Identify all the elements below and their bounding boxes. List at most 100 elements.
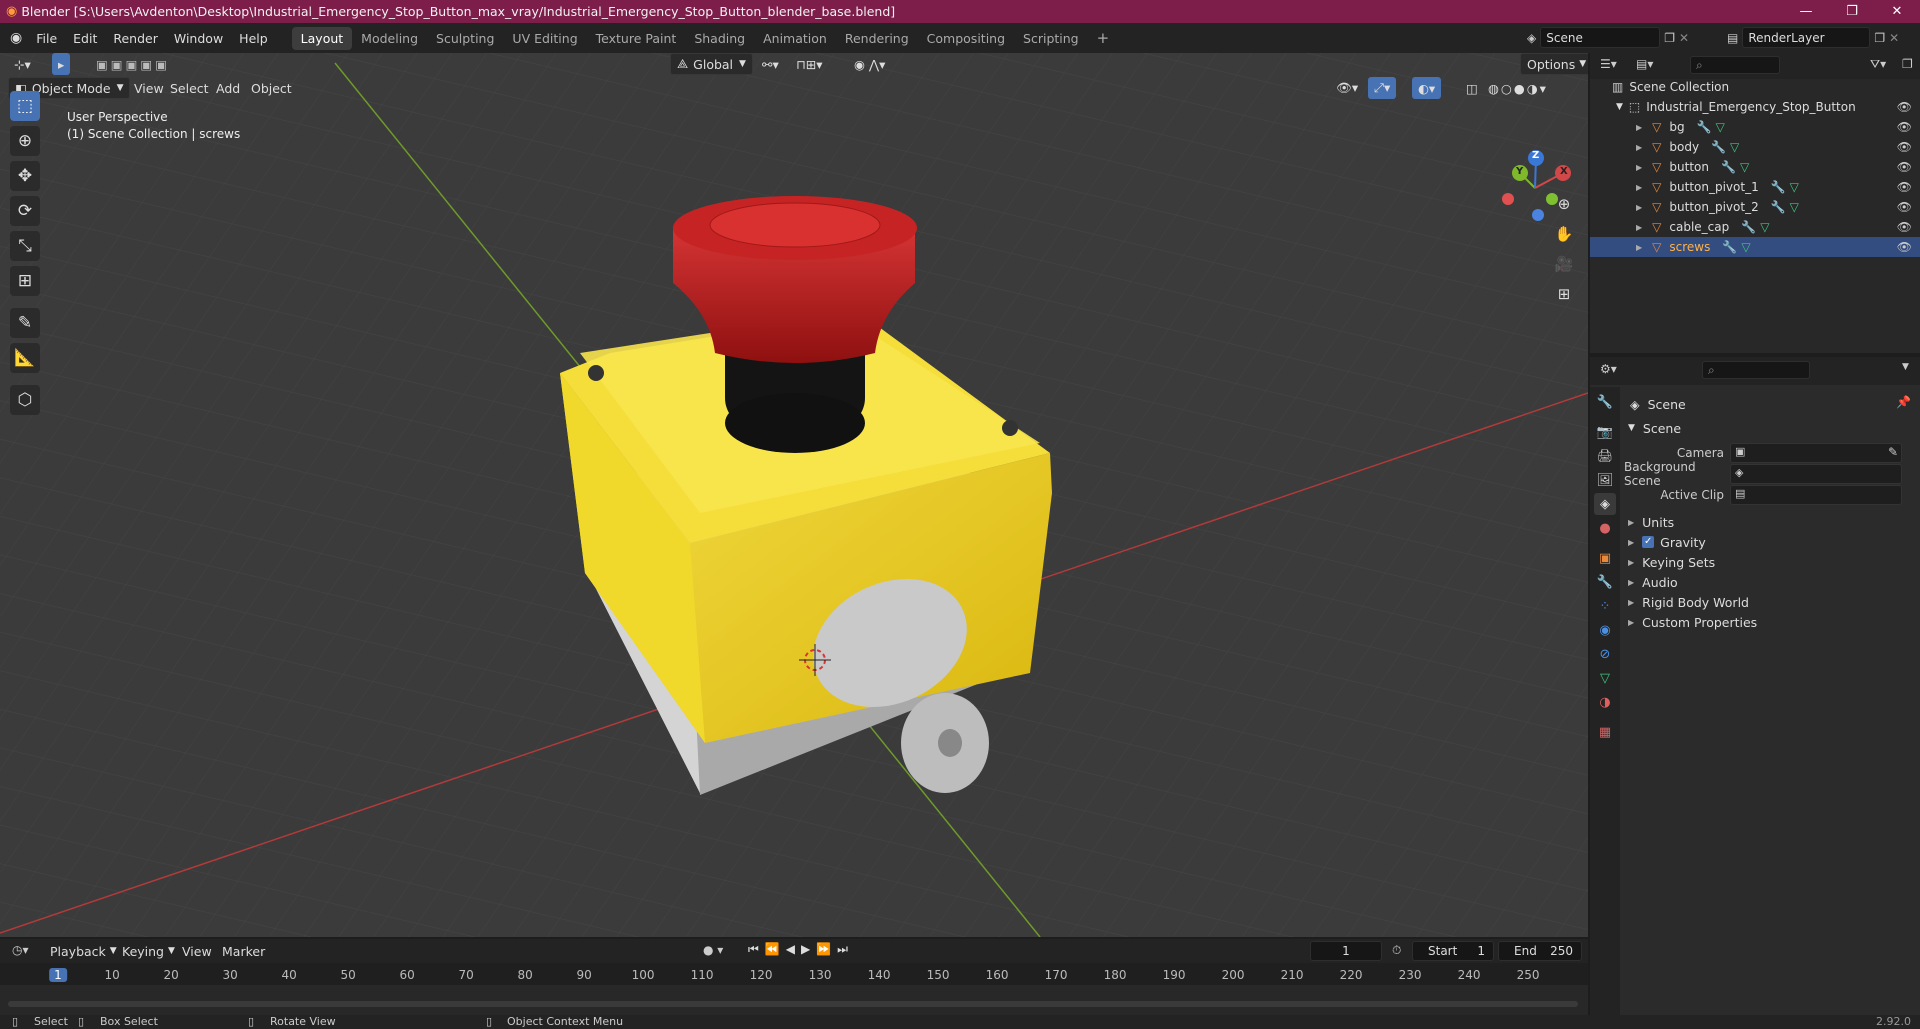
viewport-menu-add[interactable]: Add	[210, 77, 246, 99]
render-tab-icon[interactable]: 📷	[1594, 421, 1616, 443]
viewport-menu-object[interactable]: Object	[245, 77, 298, 99]
end-frame-field[interactable]: End 250	[1498, 941, 1582, 961]
chevron-right-icon[interactable]: ▶	[1636, 123, 1642, 132]
perspective-toggle-icon[interactable]: ⊞	[1551, 281, 1577, 307]
chevron-right-icon[interactable]: ▶	[1636, 243, 1642, 252]
close-button[interactable]: ✕	[1874, 0, 1920, 23]
select-box-tool[interactable]: ⬚	[10, 91, 40, 121]
outliner-object-row[interactable]: ▶ ▽ body 🔧 ▽ 👁	[1590, 137, 1920, 157]
outliner-collection[interactable]: ▼ ⬚ Industrial_Emergency_Stop_Button 👁	[1590, 97, 1920, 117]
menu-window[interactable]: Window	[166, 31, 231, 46]
texture-tab-icon[interactable]: ▦	[1594, 721, 1616, 743]
panel-header[interactable]: ▶ Audio	[1628, 572, 1908, 592]
current-frame-field[interactable]: 1	[1310, 941, 1382, 961]
3d-viewport[interactable]: X Y Z ⊹▾ ▸ ▣▣▣▣▣ ⟁ Global ▼ ⚯▾ ⊓⊞▾ ◉ ⋀▾ …	[0, 53, 1588, 937]
viewport-menu-select[interactable]: Select	[164, 77, 215, 99]
start-frame-field[interactable]: Start 1	[1412, 941, 1494, 961]
mesh-data-icon[interactable]: ▽	[1760, 220, 1769, 234]
timeline-menu-marker[interactable]: Marker	[216, 940, 271, 962]
property-field[interactable]: ◈	[1730, 464, 1902, 484]
filter-icon[interactable]: ⛛▾	[1870, 57, 1886, 72]
select-tool-mode-icon[interactable]: ▸	[52, 53, 71, 75]
scene-tab-icon[interactable]: ◈	[1594, 493, 1616, 515]
menu-file[interactable]: File	[28, 31, 65, 46]
eye-icon[interactable]: 👁	[1897, 160, 1912, 174]
tab-sculpting[interactable]: Sculpting	[427, 27, 503, 50]
eye-icon[interactable]: 👁	[1897, 120, 1912, 134]
blender-menu-icon[interactable]: ◉	[10, 30, 22, 46]
annotate-tool[interactable]: ✎	[10, 308, 40, 338]
panel-header[interactable]: ▶ Keying Sets	[1628, 552, 1908, 572]
tab-layout[interactable]: Layout	[291, 26, 353, 50]
mesh-data-icon[interactable]: ▽	[1716, 120, 1725, 134]
modifier-wrench-icon[interactable]: 🔧	[1771, 200, 1786, 214]
gizmo-y-label[interactable]: Y	[1516, 166, 1523, 177]
proportional-edit-icon[interactable]: ◉ ⋀▾	[848, 53, 891, 75]
panel-header[interactable]: ▶ ✓ Gravity	[1628, 532, 1908, 552]
tool-tab-icon[interactable]: 🔧	[1594, 391, 1616, 413]
xray-icon[interactable]: ◫	[1460, 77, 1484, 99]
eye-icon[interactable]: 👁	[1897, 140, 1912, 154]
properties-editor-icon[interactable]: ⚙▾	[1600, 362, 1617, 376]
add-cube-tool[interactable]: ⬡	[10, 385, 40, 415]
scene-field[interactable]: Scene	[1540, 27, 1661, 48]
mesh-data-icon[interactable]: ▽	[1790, 200, 1799, 214]
properties-search-input[interactable]: ⌕	[1702, 361, 1810, 379]
outliner-object-row[interactable]: ▶ ▽ button_pivot_1 🔧 ▽ 👁	[1590, 177, 1920, 197]
timeline-menu-playback[interactable]: Playback ▼	[44, 940, 123, 962]
tab-shading[interactable]: Shading	[685, 27, 754, 50]
outliner-object-row[interactable]: ▶ ▽ cable_cap 🔧 ▽ 👁	[1590, 217, 1920, 237]
eyedropper-icon[interactable]: ✎	[1888, 445, 1898, 459]
outliner-object-row[interactable]: ▶ ▽ button 🔧 ▽ 👁	[1590, 157, 1920, 177]
panel-header[interactable]: ▶ Rigid Body World	[1628, 592, 1908, 612]
overlay-toggle-icon[interactable]: ◐▾	[1412, 77, 1442, 99]
property-field[interactable]: ▣	[1730, 443, 1902, 463]
playback-controls-icon[interactable]: ⏮⏪◀▶⏩⏭	[748, 942, 854, 957]
selection-mode-icons[interactable]: ▣▣▣▣▣	[90, 53, 176, 75]
transform-tool[interactable]: ⊞	[10, 266, 40, 296]
delete-scene-icon[interactable]: ✕	[1679, 31, 1689, 45]
mesh-data-icon[interactable]: ▽	[1741, 240, 1750, 254]
gizmo-x-label[interactable]: X	[1560, 166, 1568, 177]
panel-header[interactable]: ▶ Units	[1628, 512, 1908, 532]
chevron-right-icon[interactable]: ▶	[1636, 223, 1642, 232]
chevron-right-icon[interactable]: ▶	[1636, 143, 1642, 152]
outliner-object-row[interactable]: ▶ ▽ screws 🔧 ▽ 👁	[1590, 237, 1920, 257]
rotate-tool[interactable]: ⟳	[10, 196, 40, 226]
panel-checkbox[interactable]: ✓	[1642, 536, 1655, 548]
chevron-right-icon[interactable]: ▶	[1636, 203, 1642, 212]
data-tab-icon[interactable]: ▽	[1594, 667, 1616, 689]
pivot-icon[interactable]: ⚯▾	[756, 53, 785, 75]
outliner-scene-collection[interactable]: ▥ Scene Collection	[1590, 77, 1920, 97]
pan-hand-icon[interactable]: ✋	[1551, 221, 1577, 247]
material-tab-icon[interactable]: ◑	[1594, 691, 1616, 713]
modifier-wrench-icon[interactable]: 🔧	[1771, 180, 1786, 194]
modifier-wrench-icon[interactable]: 🔧	[1722, 240, 1737, 254]
mesh-data-icon[interactable]: ▽	[1730, 140, 1739, 154]
panel-header[interactable]: ▶ Custom Properties	[1628, 612, 1908, 632]
eye-icon[interactable]: 👁	[1897, 200, 1912, 214]
modifier-wrench-icon[interactable]: 🔧	[1711, 140, 1726, 154]
new-layer-icon[interactable]: ❐	[1874, 31, 1885, 45]
timeline-scrollbar[interactable]	[8, 1001, 1578, 1007]
menu-help[interactable]: Help	[231, 31, 276, 46]
tab-rendering[interactable]: Rendering	[836, 27, 918, 50]
chevron-right-icon[interactable]: ▶	[1636, 163, 1642, 172]
physics-tab-icon[interactable]: ◉	[1594, 619, 1616, 641]
modifier-wrench-icon[interactable]: 🔧	[1741, 220, 1756, 234]
eye-icon[interactable]: 👁	[1897, 180, 1912, 194]
display-mode-icon[interactable]: ▤▾	[1636, 57, 1653, 71]
tab-compositing[interactable]: Compositing	[918, 27, 1014, 50]
options-dropdown[interactable]: Options ▼	[1520, 53, 1588, 75]
gizmo-z-label[interactable]: Z	[1532, 150, 1539, 161]
chevron-right-icon[interactable]: ▶	[1636, 183, 1642, 192]
timeline-menu-keying[interactable]: Keying ▼	[116, 940, 181, 962]
timeline-menu-view[interactable]: View	[176, 940, 218, 962]
editor-type-button[interactable]: ⊹▾	[8, 53, 37, 75]
modifier-wrench-icon[interactable]: 🔧	[1697, 120, 1712, 134]
outliner-object-row[interactable]: ▶ ▽ bg 🔧 ▽ 👁	[1590, 117, 1920, 137]
scale-tool[interactable]: ⤡	[10, 231, 40, 261]
snap-icon[interactable]: ⊓⊞▾	[790, 53, 829, 75]
object-tab-icon[interactable]: ▣	[1594, 547, 1616, 569]
tab-scripting[interactable]: Scripting	[1014, 27, 1088, 50]
